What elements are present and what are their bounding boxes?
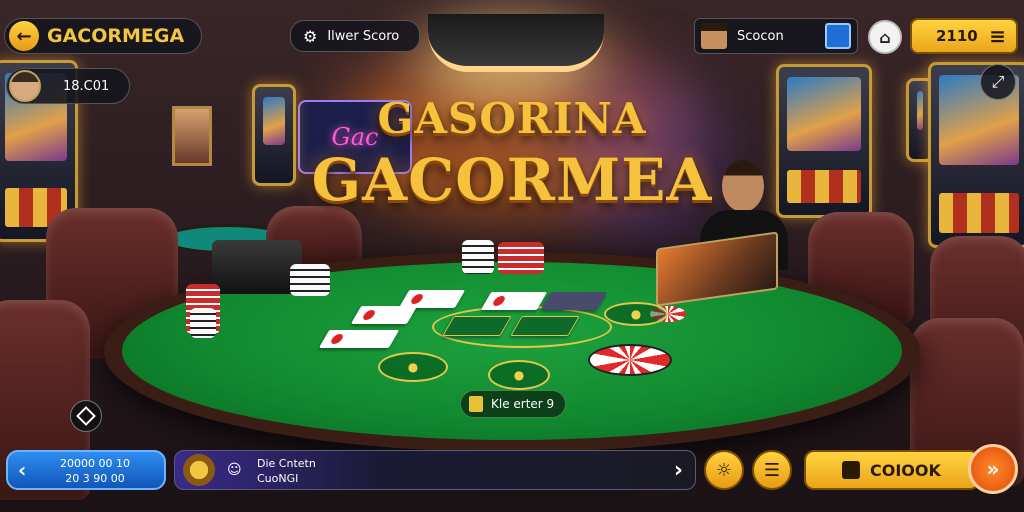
ceiling-lamp xyxy=(428,14,604,72)
card-shoe xyxy=(212,240,302,294)
chat-line2: CuoNGI xyxy=(257,472,299,485)
room-selector[interactable]: ⚙ Ilwer Scoro xyxy=(290,20,420,52)
fullscreen-button[interactable]: ⤢ xyxy=(980,64,1016,100)
menu-button[interactable]: ☰ xyxy=(752,450,792,490)
chip-stack xyxy=(498,242,544,274)
check-button[interactable]: COIOOK xyxy=(804,450,980,490)
bet-spot[interactable]: ● xyxy=(378,352,448,382)
balance-value: 18.C01 xyxy=(63,78,110,94)
shop-button[interactable]: ⌂ xyxy=(868,20,902,54)
game-title-line2: GACORMEA xyxy=(311,146,713,214)
chip-stack xyxy=(190,308,216,338)
playing-card xyxy=(442,316,512,336)
gear-icon: ⚙ xyxy=(303,26,318,46)
avatar xyxy=(701,23,727,49)
playing-card xyxy=(318,330,400,348)
chip-stack xyxy=(462,240,494,274)
bet-line1: 20000 00 10 xyxy=(60,457,130,470)
chat-line1: Die Cntetn xyxy=(257,457,316,470)
table-hint[interactable]: Kle erter 9 xyxy=(460,390,566,418)
chevron-right-icon[interactable]: › xyxy=(674,458,683,483)
title-bar: ← GACORMEGA xyxy=(4,18,202,54)
chip-stack xyxy=(290,264,330,296)
settings-button[interactable]: ☼ xyxy=(704,450,744,490)
playing-card xyxy=(480,292,548,310)
coin-icon xyxy=(842,461,860,479)
app-title: GACORMEGA xyxy=(47,25,185,47)
game-title-line1: GASORINA xyxy=(377,94,647,143)
emoji-icon: ☺ xyxy=(227,462,242,478)
fast-forward-button[interactable]: » xyxy=(968,444,1018,494)
chevron-left-icon: ‹ xyxy=(18,458,27,482)
bet-spot[interactable]: ● xyxy=(604,302,668,326)
chat-bar[interactable]: ☺ Die Cntetn CuoNGI › xyxy=(174,450,696,490)
profile-name: Scocon xyxy=(737,28,784,44)
fast-forward-icon: » xyxy=(986,457,1000,481)
expand-icon: ⤢ xyxy=(991,72,1005,91)
table-hint-label: Kle erter 9 xyxy=(491,397,555,411)
profile-panel[interactable]: Scocon xyxy=(694,18,858,54)
back-button[interactable]: ← xyxy=(9,21,39,51)
diamond-nav-button[interactable] xyxy=(70,400,102,432)
sun-icon: ☼ xyxy=(715,459,733,481)
bet-panel[interactable]: ‹ 20000 00 10 20 3 90 00 xyxy=(6,450,166,490)
player-badge-icon xyxy=(183,454,215,486)
player-avatar xyxy=(9,70,41,102)
playing-card xyxy=(540,292,608,310)
store-icon: ⌂ xyxy=(879,27,891,47)
coins-panel[interactable]: 2110 ≡ xyxy=(910,18,1018,54)
balance-panel: 18.C01 xyxy=(6,68,130,104)
check-label: COIOOK xyxy=(870,460,941,480)
list-icon: ☰ xyxy=(763,459,781,481)
hamburger-icon: ≡ xyxy=(989,24,1006,48)
arrow-left-icon: ← xyxy=(16,25,32,47)
chip xyxy=(588,344,672,376)
hint-icon xyxy=(469,396,483,412)
coins-value: 2110 xyxy=(936,27,978,45)
playing-card xyxy=(350,306,418,324)
chip-icon xyxy=(825,23,851,49)
room-label: Ilwer Scoro xyxy=(327,28,400,44)
diamond-icon xyxy=(76,406,96,426)
playing-card xyxy=(510,316,580,336)
bet-line2: 20 3 90 00 xyxy=(65,472,125,485)
bet-spot[interactable]: ● xyxy=(488,360,550,390)
